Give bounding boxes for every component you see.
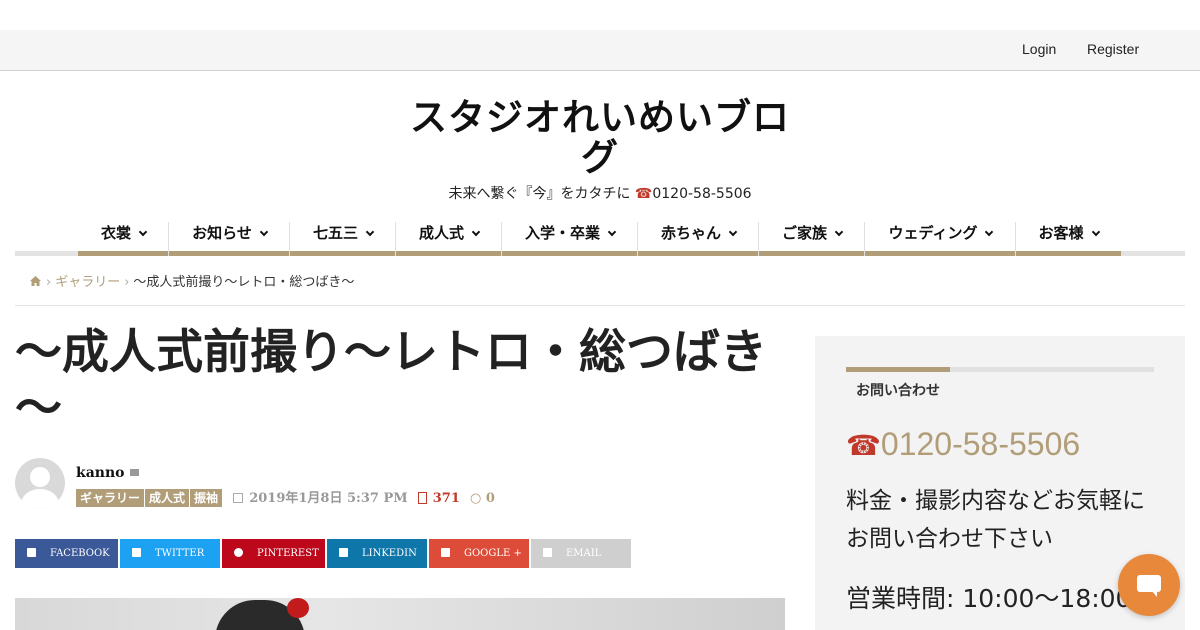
- share-label: FACEBOOK: [50, 548, 110, 559]
- nav-item-news[interactable]: お知らせ: [169, 212, 290, 256]
- share-label: GOOGLE +: [464, 548, 522, 559]
- share-label: LINKEDIN: [362, 548, 417, 559]
- share-twitter-button[interactable]: TWITTER: [120, 539, 220, 568]
- top-bar: Login Register: [0, 30, 1200, 71]
- share-label: EMAIL: [566, 548, 602, 559]
- chevron-down-icon: [728, 227, 738, 237]
- comment-icon: ○: [470, 491, 482, 506]
- post-date-wrap: 2019年1月8日 5:37 PM: [233, 491, 408, 506]
- photo-flower: [287, 598, 309, 618]
- sidebar-hours: 営業時間: 10:00〜18:00: [846, 584, 1132, 613]
- chat-bubble-icon: [1137, 575, 1161, 592]
- breadcrumb-current: ～成人式前撮り～レトロ・総つばき～: [133, 275, 355, 290]
- main-nav: 衣裳 お知らせ 七五三 成人式 入学・卒業 赤ちゃん ご家族 ウェディング お客…: [15, 212, 1185, 256]
- avatar[interactable]: [15, 458, 65, 508]
- nav-item-family[interactable]: ご家族: [759, 212, 865, 256]
- chevron-down-icon: [1091, 227, 1100, 237]
- facebook-icon: [27, 548, 36, 557]
- nav-item-label: 入学・卒業: [524, 224, 600, 242]
- chevron-down-icon: [471, 227, 481, 237]
- chevron-down-icon: [365, 227, 375, 237]
- breadcrumb: › ギャラリー › ～成人式前撮り～レトロ・総つばき～: [30, 271, 354, 290]
- sidebar-phone-number: 0120-58-5506: [880, 426, 1081, 462]
- post-views-wrap: 371: [417, 491, 460, 506]
- avatar-body: [21, 489, 59, 508]
- nav-item-customers[interactable]: お客様: [1016, 212, 1121, 256]
- post-comments-wrap[interactable]: ○ 0: [470, 491, 495, 506]
- chevron-right-icon: ›: [124, 275, 130, 290]
- widget-heading: お問い合わせ: [856, 383, 940, 399]
- nav-item-shichigosan[interactable]: 七五三: [290, 212, 396, 256]
- chevron-down-icon: [985, 227, 994, 237]
- chevron-down-icon: [834, 227, 844, 237]
- avatar-head: [30, 467, 50, 487]
- share-linkedin-button[interactable]: LINKEDIN: [327, 539, 427, 568]
- author-name[interactable]: kanno: [76, 465, 124, 481]
- share-label: PINTEREST: [257, 548, 319, 559]
- widget-underline-accent: [846, 367, 950, 372]
- nav-item-baby[interactable]: 赤ちゃん: [638, 212, 759, 256]
- nav-item-label: 赤ちゃん: [660, 224, 721, 242]
- nav-item-label: お客様: [1038, 224, 1084, 242]
- envelope-icon: [543, 548, 552, 557]
- post-title: ～成人式前撮り～レトロ・総つばき～: [15, 325, 767, 436]
- tagline-text: 未来へ繋ぐ『今』をカタチに: [448, 186, 635, 202]
- chat-bubble-tail: [1151, 590, 1157, 597]
- google-plus-icon: [441, 548, 450, 557]
- home-icon[interactable]: [30, 275, 42, 290]
- share-label: TWITTER: [155, 548, 205, 559]
- share-pinterest-button[interactable]: PINTEREST: [222, 539, 325, 568]
- pinterest-icon: [234, 548, 243, 557]
- nav-item-wedding[interactable]: ウェディング: [865, 212, 1016, 256]
- site-tagline: 未来へ繋ぐ『今』をカタチに ☎0120-58-5506: [300, 183, 900, 203]
- post-meta: ギャラリー 成人式 振袖 2019年1月8日 5:37 PM 371 ○ 0: [76, 487, 495, 507]
- post-photo: [15, 598, 785, 630]
- phone-icon: ☎: [634, 186, 653, 202]
- nav-item-label: ウェディング: [888, 224, 978, 242]
- tag-gallery[interactable]: ギャラリー: [76, 489, 145, 507]
- share-google-button[interactable]: GOOGLE +: [429, 539, 529, 568]
- nav-item-label: ご家族: [781, 224, 827, 242]
- nav-item-label: 七五三: [312, 224, 358, 242]
- chevron-down-icon: [259, 227, 269, 237]
- tag-furisode[interactable]: 振袖: [190, 489, 223, 507]
- phone-icon: ☎: [846, 430, 881, 461]
- mail-icon[interactable]: [130, 469, 140, 476]
- breadcrumb-link[interactable]: ギャラリー: [55, 275, 120, 290]
- share-email-button[interactable]: EMAIL: [531, 539, 631, 568]
- chevron-right-icon: ›: [46, 275, 52, 290]
- sidebar-text: 料金・撮影内容などお気軽にお問い合わせ下さい: [846, 488, 1145, 552]
- chevron-down-icon: [138, 227, 148, 237]
- nav-item-label: 衣裳: [100, 224, 131, 242]
- post-comments: 0: [485, 491, 495, 506]
- sidebar-phone[interactable]: ☎0120-58-5506: [846, 426, 1080, 463]
- linkedin-icon: [339, 548, 348, 557]
- divider: [15, 305, 1185, 306]
- calendar-icon: [233, 493, 244, 503]
- post-date: 2019年1月8日 5:37 PM: [249, 491, 408, 506]
- post-views: 371: [432, 491, 460, 506]
- site-title[interactable]: スタジオれいめいブログ: [400, 98, 800, 178]
- share-facebook-button[interactable]: FACEBOOK: [15, 539, 118, 568]
- nav-item-label: 成人式: [418, 224, 464, 242]
- nav-item-coming-of-age[interactable]: 成人式: [396, 212, 502, 256]
- author-line: kanno: [76, 465, 140, 481]
- nav-item-label: お知らせ: [192, 224, 252, 242]
- nav-item-school[interactable]: 入学・卒業: [502, 212, 638, 256]
- chevron-down-icon: [607, 227, 617, 237]
- register-link[interactable]: Register: [1087, 41, 1139, 57]
- twitter-icon: [132, 548, 141, 557]
- document-icon: [417, 492, 427, 504]
- chat-button[interactable]: [1118, 554, 1180, 616]
- tagline-phone[interactable]: 0120-58-5506: [652, 186, 751, 202]
- nav-item-costume[interactable]: 衣裳: [78, 212, 169, 256]
- login-link[interactable]: Login: [1022, 41, 1056, 57]
- tag-coming-of-age[interactable]: 成人式: [145, 489, 190, 507]
